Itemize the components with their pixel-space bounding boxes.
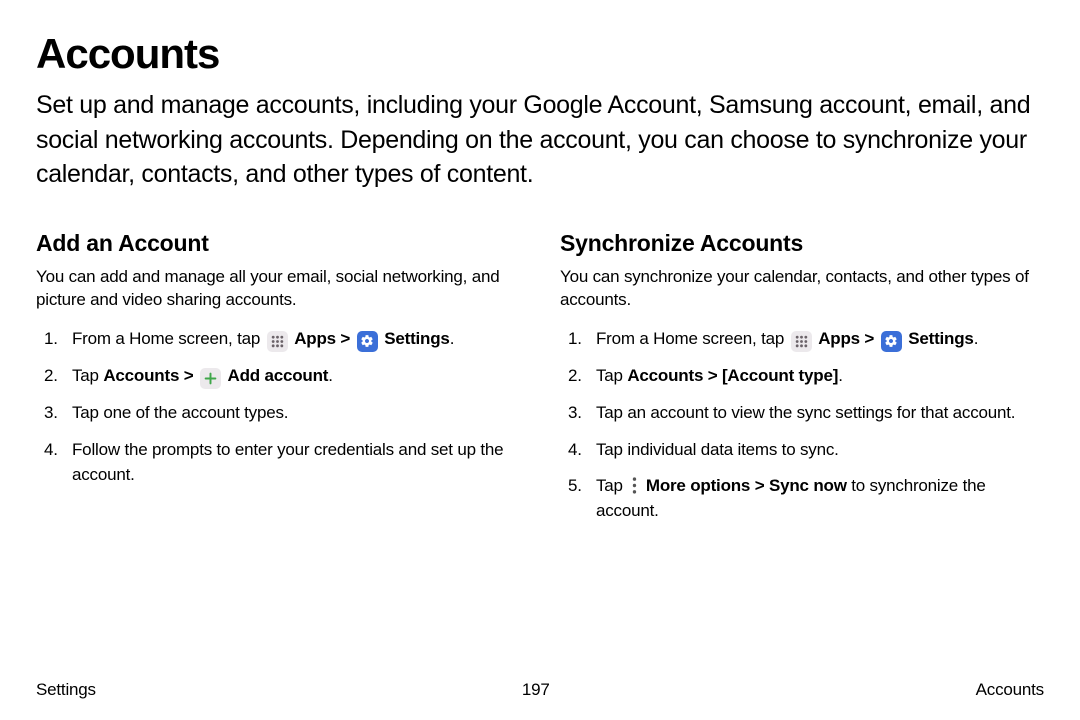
- step-text: Tap: [596, 366, 627, 385]
- add-icon: [200, 368, 221, 389]
- step-item: Follow the prompts to enter your credent…: [36, 438, 520, 487]
- step-item: From a Home screen, tap Apps > Settings.: [36, 327, 520, 352]
- add-account-steps: From a Home screen, tap Apps > Settings.…: [36, 327, 520, 487]
- period: .: [328, 366, 333, 385]
- apps-label: Apps: [294, 329, 336, 348]
- two-column-layout: Add an Account You can add and manage al…: [36, 230, 1044, 536]
- settings-label: Settings: [908, 329, 973, 348]
- apps-label: Apps: [818, 329, 860, 348]
- step-text: Tap: [72, 366, 103, 385]
- more-options-icon: [627, 476, 641, 495]
- more-options-label: More options > Sync now: [646, 476, 847, 495]
- separator: >: [860, 329, 879, 348]
- sync-accounts-steps: From a Home screen, tap Apps > Settings.…: [560, 327, 1044, 523]
- footer-right: Accounts: [976, 680, 1044, 700]
- apps-icon: [791, 331, 812, 352]
- accounts-label: Accounts >: [103, 366, 198, 385]
- step-text: From a Home screen, tap: [596, 329, 789, 348]
- step-item: Tap Accounts > [Account type].: [560, 364, 1044, 389]
- step-text: From a Home screen, tap: [72, 329, 265, 348]
- add-account-label: Add account: [228, 366, 329, 385]
- accounts-type-label: Accounts > [Account type]: [627, 366, 838, 385]
- period: .: [838, 366, 843, 385]
- intro-paragraph: Set up and manage accounts, including yo…: [36, 88, 1044, 192]
- step-text: Tap: [596, 476, 627, 495]
- add-account-heading: Add an Account: [36, 230, 520, 257]
- step-item: Tap one of the account types.: [36, 401, 520, 426]
- separator: >: [336, 329, 355, 348]
- settings-icon: [881, 331, 902, 352]
- page-footer: Settings 197 Accounts: [36, 680, 1044, 700]
- right-column: Synchronize Accounts You can synchronize…: [560, 230, 1044, 536]
- sync-accounts-heading: Synchronize Accounts: [560, 230, 1044, 257]
- step-item: Tap an account to view the sync settings…: [560, 401, 1044, 426]
- page-title: Accounts: [36, 30, 1044, 78]
- settings-label: Settings: [384, 329, 449, 348]
- left-column: Add an Account You can add and manage al…: [36, 230, 520, 536]
- period: .: [450, 329, 455, 348]
- sync-accounts-intro: You can synchronize your calendar, conta…: [560, 265, 1044, 312]
- footer-left: Settings: [36, 680, 96, 700]
- apps-icon: [267, 331, 288, 352]
- footer-page-number: 197: [522, 680, 550, 700]
- step-item: From a Home screen, tap Apps > Settings.: [560, 327, 1044, 352]
- add-account-intro: You can add and manage all your email, s…: [36, 265, 520, 312]
- step-item: Tap More options > Sync now to synchroni…: [560, 474, 1044, 523]
- settings-icon: [357, 331, 378, 352]
- step-item: Tap Accounts > Add account.: [36, 364, 520, 389]
- period: .: [974, 329, 979, 348]
- step-item: Tap individual data items to sync.: [560, 438, 1044, 463]
